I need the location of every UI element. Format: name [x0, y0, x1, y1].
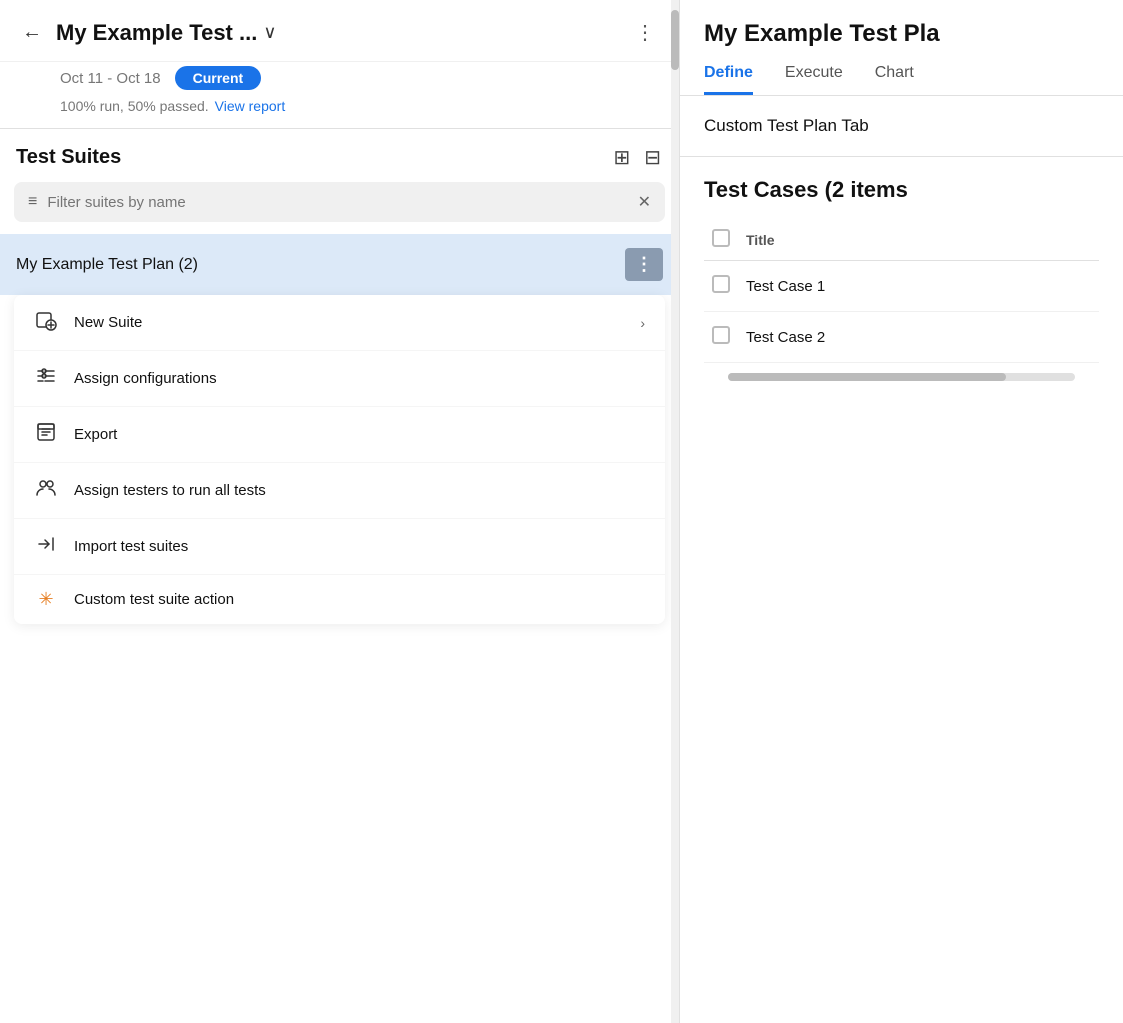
new-suite-icon — [34, 309, 58, 336]
menu-item-assign-config[interactable]: Assign configurations — [14, 351, 665, 407]
suites-title: Test Suites — [16, 146, 601, 169]
test-cases-section: Test Cases (2 items Title Test Case 1 — [680, 157, 1123, 1023]
select-all-checkbox[interactable] — [712, 229, 730, 247]
filter-bar: ≡ ✕ — [14, 182, 665, 222]
custom-tab-section: Custom Test Plan Tab — [680, 96, 1123, 157]
back-button[interactable]: ← — [16, 19, 48, 46]
menu-item-custom-action[interactable]: ✳ Custom test suite action — [14, 575, 665, 624]
tab-chart[interactable]: Chart — [875, 64, 914, 95]
current-badge: Current — [175, 66, 262, 90]
horizontal-scrollbar-thumb[interactable] — [728, 373, 1006, 381]
expand-all-button[interactable]: ⊞ — [611, 143, 632, 172]
menu-export-label: Export — [74, 426, 645, 443]
horizontal-scrollbar[interactable] — [728, 373, 1075, 381]
menu-item-import[interactable]: Import test suites — [14, 519, 665, 575]
clear-filter-button[interactable]: ✕ — [638, 192, 651, 212]
menu-item-new-suite[interactable]: New Suite › — [14, 295, 665, 351]
title-header: Title — [738, 219, 1099, 261]
menu-import-label: Import test suites — [74, 538, 645, 555]
title-row: My Example Test ... ∨ — [56, 20, 619, 46]
scrollbar-track — [671, 0, 679, 1023]
date-row: Oct 11 - Oct 18 Current — [0, 62, 679, 92]
dropdown-menu: New Suite › Assign configurations — [14, 295, 665, 624]
menu-item-export[interactable]: Export — [14, 407, 665, 463]
import-icon — [34, 533, 58, 560]
suites-header: Test Suites ⊞ ⊟ — [0, 129, 679, 182]
tc2-checkbox[interactable] — [712, 326, 730, 344]
tabs-row: Define Execute Chart — [704, 64, 1099, 95]
main-title: My Example Test ... — [56, 20, 257, 46]
header-bar: ← My Example Test ... ∨ ⋮ — [0, 0, 679, 62]
tc1-title-cell: Test Case 1 — [738, 261, 1099, 312]
assign-config-icon — [34, 365, 58, 392]
menu-custom-action-label: Custom test suite action — [74, 591, 645, 608]
date-range: Oct 11 - Oct 18 — [60, 70, 161, 87]
custom-tab-label: Custom Test Plan Tab — [704, 116, 869, 135]
chevron-down-icon[interactable]: ∨ — [263, 22, 276, 43]
stats-row: 100% run, 50% passed. View report — [0, 92, 679, 128]
view-report-link[interactable]: View report — [215, 98, 286, 114]
filter-icon: ≡ — [28, 193, 37, 211]
suite-item[interactable]: My Example Test Plan (2) ⋮ — [0, 234, 679, 295]
filter-input[interactable] — [47, 194, 627, 211]
tc2-checkbox-cell — [704, 312, 738, 363]
checkbox-header — [704, 219, 738, 261]
collapse-all-button[interactable]: ⊟ — [642, 143, 663, 172]
tab-define[interactable]: Define — [704, 64, 753, 95]
right-panel: My Example Test Pla Define Execute Chart… — [680, 0, 1123, 1023]
header-more-button[interactable]: ⋮ — [627, 18, 663, 47]
right-panel-title: My Example Test Pla — [704, 20, 1099, 48]
table-row: Test Case 2 — [704, 312, 1099, 363]
left-panel: ← My Example Test ... ∨ ⋮ Oct 11 - Oct 1… — [0, 0, 680, 1023]
assign-testers-icon — [34, 477, 58, 504]
export-icon — [34, 421, 58, 448]
tab-execute[interactable]: Execute — [785, 64, 843, 95]
custom-action-icon: ✳ — [34, 589, 58, 610]
test-cases-title: Test Cases (2 items — [704, 177, 1099, 203]
table-row: Test Case 1 — [704, 261, 1099, 312]
menu-new-suite-label: New Suite — [74, 314, 624, 331]
tc2-title-cell: Test Case 2 — [738, 312, 1099, 363]
suite-item-label: My Example Test Plan (2) — [16, 256, 625, 274]
table-header-row: Title — [704, 219, 1099, 261]
scrollbar-thumb[interactable] — [671, 10, 679, 70]
test-cases-table: Title Test Case 1 Test Case 2 — [704, 219, 1099, 363]
menu-new-suite-arrow: › — [640, 315, 645, 331]
tc1-checkbox[interactable] — [712, 275, 730, 293]
tc1-checkbox-cell — [704, 261, 738, 312]
stats-text: 100% run, 50% passed. — [60, 98, 209, 114]
menu-assign-config-label: Assign configurations — [74, 370, 645, 387]
menu-item-assign-testers[interactable]: Assign testers to run all tests — [14, 463, 665, 519]
right-header: My Example Test Pla Define Execute Chart — [680, 0, 1123, 96]
menu-assign-testers-label: Assign testers to run all tests — [74, 482, 645, 499]
suite-more-button[interactable]: ⋮ — [625, 248, 663, 281]
